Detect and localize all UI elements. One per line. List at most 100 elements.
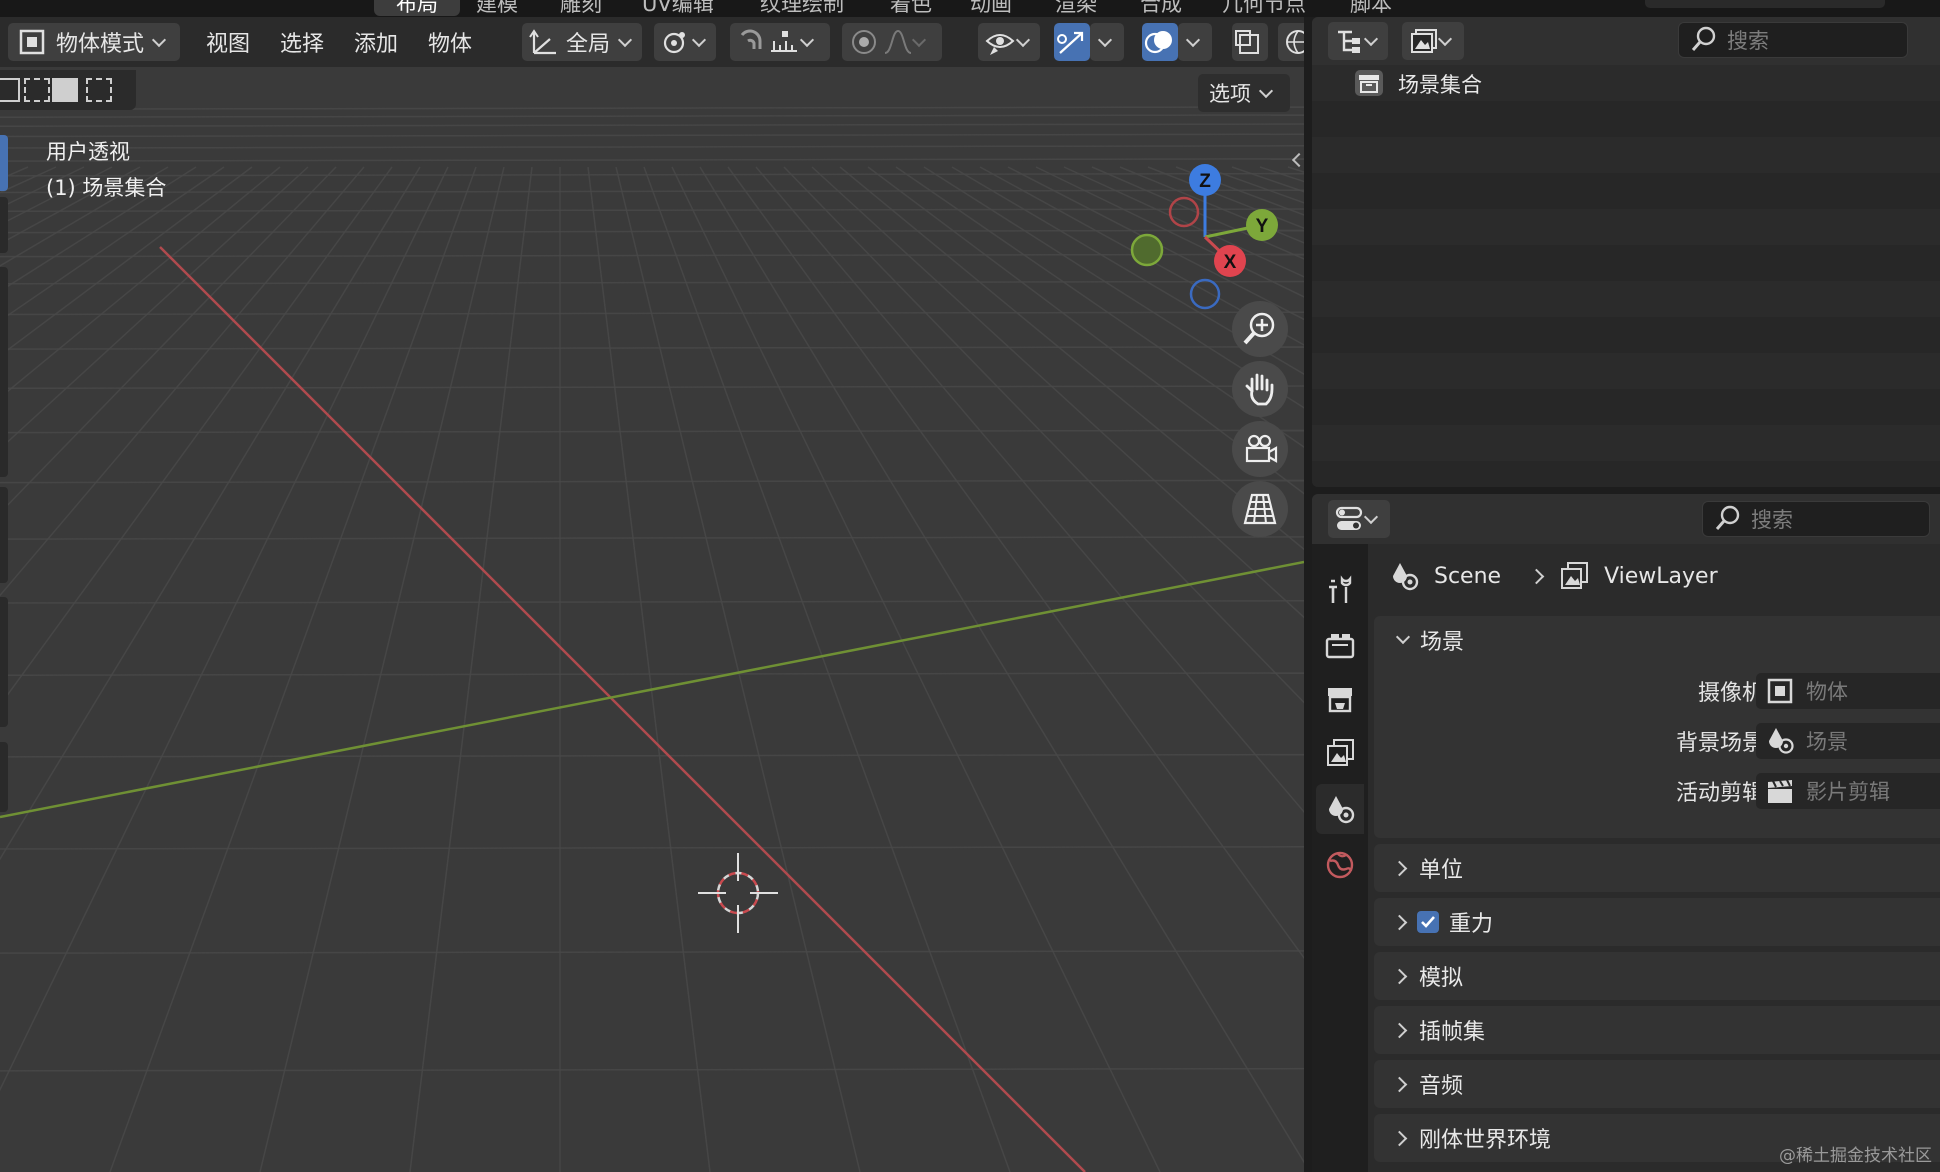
overlay-toggle[interactable]: [1142, 23, 1178, 61]
display-mode-selector[interactable]: [1402, 22, 1464, 60]
tab-shading[interactable]: 着色: [890, 0, 932, 16]
properties-search-input[interactable]: 搜索: [1702, 501, 1930, 537]
options-dropdown[interactable]: 选项: [1198, 74, 1290, 112]
shading-wireframe-button[interactable]: [1278, 23, 1304, 61]
menu-select[interactable]: 选择: [280, 23, 324, 61]
hand-icon: [1245, 373, 1274, 406]
menu-object[interactable]: 物体: [428, 23, 472, 61]
navigation-gizmo[interactable]: Z Y X: [1120, 137, 1300, 317]
tab-scene[interactable]: [1316, 784, 1364, 834]
overlay-dropdown[interactable]: [1178, 23, 1212, 61]
chevron-right-icon: [1391, 914, 1408, 930]
menu-view[interactable]: 视图: [206, 23, 250, 61]
select-mode-intersect-icon[interactable]: [86, 78, 112, 102]
select-mode-subtract-icon[interactable]: [52, 78, 78, 102]
snap-group[interactable]: [730, 23, 830, 61]
toolbar-select-tool[interactable]: [0, 135, 8, 191]
tab-compositing[interactable]: 合成: [1140, 0, 1182, 16]
outliner-icon: [1338, 30, 1360, 53]
gizmo-toggle[interactable]: [1054, 23, 1090, 61]
camera-label: 摄像机: [1697, 681, 1764, 706]
chevron-down-icon: [1395, 629, 1411, 645]
wireframe-sphere-icon: [1286, 30, 1304, 54]
outliner-empty-row: [1312, 353, 1940, 389]
outliner-empty-row: [1312, 389, 1940, 425]
camera-field[interactable]: 物体: [1756, 673, 1940, 709]
tab-output[interactable]: [1316, 674, 1364, 724]
view-name-label: 用户透视: [46, 140, 130, 164]
tab-sculpting[interactable]: 雕刻: [560, 0, 602, 16]
chevron-down-icon: [1097, 32, 1113, 47]
pan-button[interactable]: [1232, 361, 1288, 417]
chevron-down-icon: [1258, 83, 1274, 98]
tab-animation[interactable]: 动画: [970, 0, 1012, 16]
toolbar-extra-tools[interactable]: [0, 742, 8, 812]
transform-orientation-selector[interactable]: 全局: [522, 23, 642, 61]
tab-view-layer[interactable]: [1316, 728, 1364, 778]
gizmo-dropdown[interactable]: [1090, 23, 1124, 61]
outliner-empty-row: [1312, 317, 1940, 353]
select-mode-extend-icon[interactable]: [24, 78, 50, 102]
tab-uv-editing[interactable]: UV编辑: [642, 0, 714, 16]
units-panel[interactable]: 单位: [1374, 844, 1940, 892]
chevron-down-icon: [1363, 509, 1379, 524]
keying-sets-panel[interactable]: 插帧集: [1374, 1006, 1940, 1054]
perspective-toggle-button[interactable]: [1232, 481, 1288, 537]
outliner-search-input[interactable]: 搜索: [1678, 22, 1908, 58]
toolbar-add-tools[interactable]: [0, 597, 8, 727]
tab-tool[interactable]: [1316, 564, 1364, 614]
object-mode-icon: [19, 29, 45, 55]
background-scene-field[interactable]: 场景: [1756, 723, 1940, 759]
active-clip-field[interactable]: 影片剪辑: [1756, 773, 1940, 809]
tab-modeling[interactable]: 建模: [476, 0, 518, 16]
chevron-down-icon: [1437, 31, 1453, 46]
mode-selector[interactable]: 物体模式: [8, 23, 180, 61]
tab-layout[interactable]: 布局: [374, 0, 460, 16]
toolbar-transform-tools[interactable]: [0, 267, 8, 477]
chevron-right-icon: [1391, 1130, 1408, 1146]
outliner-row-scene-collection[interactable]: 场景集合: [1312, 65, 1940, 101]
editor-type-selector[interactable]: [1328, 22, 1388, 60]
properties-editor-type-selector[interactable]: [1328, 500, 1390, 538]
chevron-down-icon: [911, 32, 927, 47]
tab-scripting[interactable]: 脚本: [1350, 0, 1392, 16]
tab-texture-paint[interactable]: 纹理绘制: [760, 0, 844, 16]
audio-panel[interactable]: 音频: [1374, 1060, 1940, 1108]
gizmo-icon: [1057, 31, 1084, 54]
properties-icon: [1335, 506, 1363, 530]
proportional-editing-group[interactable]: [842, 23, 942, 61]
gizmo-y-label: Y: [1256, 216, 1269, 237]
tab-world[interactable]: [1316, 840, 1364, 890]
scene-icon: [1393, 563, 1419, 591]
scene-panel: 场景 摄像机 物体 背景场景 场景 活动剪辑 影片剪辑: [1374, 616, 1940, 838]
visibility-selector[interactable]: [978, 23, 1040, 61]
camera-view-button[interactable]: [1232, 421, 1288, 477]
search-icon: [1715, 505, 1740, 530]
active-collection-label: (1) 场景集合: [46, 176, 167, 200]
pivot-point-selector[interactable]: [654, 23, 716, 61]
xray-toggle[interactable]: [1232, 23, 1268, 61]
toolbar-cursor-tool[interactable]: [0, 197, 8, 253]
menu-add[interactable]: 添加: [354, 23, 398, 61]
tab-render[interactable]: [1316, 620, 1364, 670]
3d-viewport[interactable]: 物体模式 视图 选择 添加 物体 全局 选项 用户透视 (1) 场景集合 Z Y…: [0, 17, 1304, 1172]
toolbar-annotate-tools[interactable]: [0, 487, 8, 583]
scene-panel-header[interactable]: 场景: [1374, 616, 1940, 664]
gravity-panel[interactable]: 重力: [1374, 898, 1940, 946]
camera-icon: [1245, 434, 1278, 463]
viewport-grid: [0, 17, 1304, 1172]
area-divider[interactable]: [1304, 17, 1312, 1172]
gravity-checkbox[interactable]: [1417, 911, 1439, 933]
tab-geometry-nodes[interactable]: 几何节点: [1222, 0, 1306, 16]
zoom-button[interactable]: [1232, 301, 1288, 357]
outliner-empty-row: [1312, 461, 1940, 487]
select-mode-new-icon[interactable]: [0, 78, 20, 102]
tab-rendering[interactable]: 渲染: [1055, 0, 1097, 16]
camera-property: 摄像机 物体: [1374, 672, 1940, 710]
outliner-header: 搜索: [1312, 17, 1940, 65]
outliner-empty-row: [1312, 425, 1940, 461]
scene-selector[interactable]: [1645, 0, 1885, 8]
chevron-down-icon: [1363, 31, 1379, 46]
simulation-panel[interactable]: 模拟: [1374, 952, 1940, 1000]
gizmo-neg-y-icon: [1130, 233, 1164, 267]
